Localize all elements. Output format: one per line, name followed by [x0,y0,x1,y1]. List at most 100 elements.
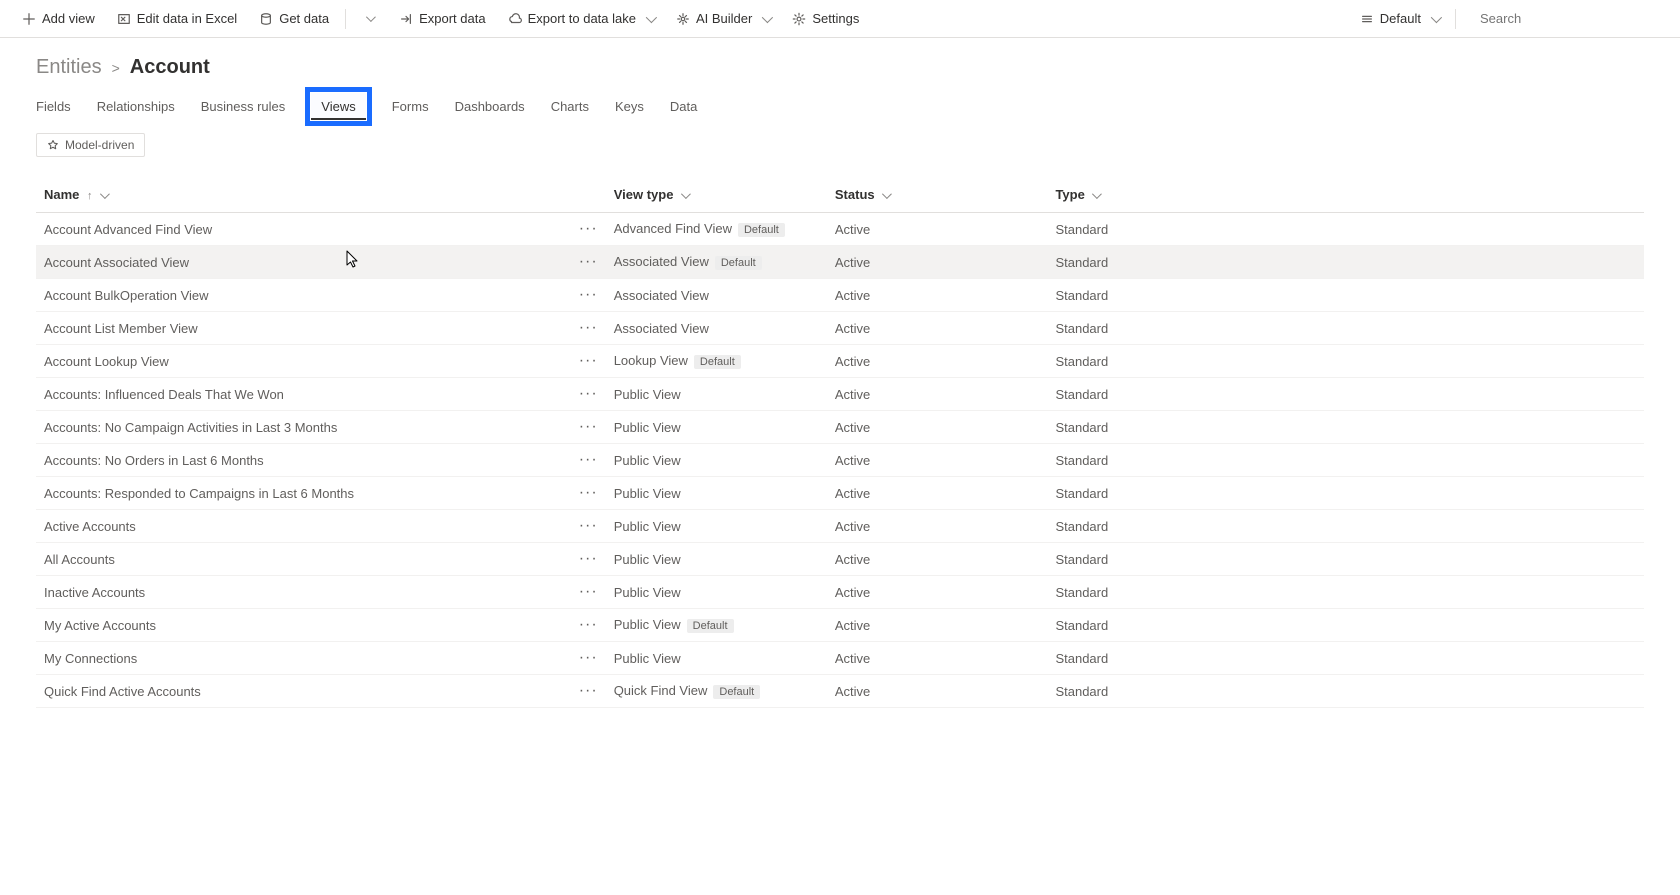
tab-data[interactable]: Data [670,93,697,120]
excel-icon [117,12,131,26]
row-view-type: Public View [606,444,827,477]
col-header-name[interactable]: Name ↑ [36,177,571,213]
export-to-data-lake-button[interactable]: Export to data lake [500,7,662,30]
row-name[interactable]: All Accounts [36,543,571,576]
table-row[interactable]: Accounts: No Campaign Activities in Last… [36,411,1644,444]
row-status: Active [827,378,1048,411]
row-more-button[interactable]: ··· [571,609,606,642]
row-name[interactable]: My Connections [36,642,571,675]
command-bar: Add view Edit data in Excel Get data Exp… [0,0,1680,38]
model-driven-chip[interactable]: Model-driven [36,133,145,157]
table-row[interactable]: My Connections··· Public View ActiveStanda… [36,642,1644,675]
row-name[interactable]: Inactive Accounts [36,576,571,609]
table-row[interactable]: Accounts: No Orders in Last 6 Months···P… [36,444,1644,477]
row-name[interactable]: Accounts: No Orders in Last 6 Months [36,444,571,477]
tab-keys[interactable]: Keys [615,93,644,120]
row-status: Active [827,576,1048,609]
tab-relationships[interactable]: Relationships [97,93,175,120]
row-status: Active [827,543,1048,576]
table-row[interactable]: All Accounts···Public ViewActiveStandard [36,543,1644,576]
row-view-type-label: Public View [614,617,681,632]
col-header-type[interactable]: Type [1047,177,1644,213]
row-name[interactable]: Account BulkOperation View [36,279,571,312]
table-row[interactable]: Accounts: Responded to Campaigns in Last… [36,477,1644,510]
row-name[interactable]: My Active Accounts [36,609,571,642]
export-icon [399,12,413,26]
default-view-dropdown[interactable]: Default [1352,7,1447,30]
sort-asc-icon: ↑ [87,190,93,202]
edit-in-excel-button[interactable]: Edit data in Excel [109,7,245,30]
row-name[interactable]: Accounts: Responded to Campaigns in Last… [36,477,571,510]
ai-builder-button[interactable]: AI Builder [668,7,778,30]
chevron-down-icon [100,189,110,199]
row-more-button[interactable]: ··· [571,510,606,543]
add-view-button[interactable]: Add view [14,7,103,30]
table-row[interactable]: My Active Accounts···Public ViewDefaultA… [36,609,1644,642]
col-header-view-type[interactable]: View type [606,177,827,213]
search-box[interactable] [1464,6,1666,31]
row-more-button[interactable]: ··· [571,477,606,510]
row-more-button[interactable]: ··· [571,378,606,411]
chevron-down-icon [681,189,691,199]
row-status: Active [827,246,1048,279]
row-status: Active [827,477,1048,510]
row-name[interactable]: Accounts: Influenced Deals That We Won [36,378,571,411]
table-row[interactable]: Quick Find Active Accounts···Quick Find … [36,675,1644,708]
tab-charts[interactable]: Charts [551,93,589,120]
row-name[interactable]: Account Associated View [36,246,571,279]
breadcrumb-leaf: Account [130,56,210,79]
table-row[interactable]: Account Lookup View···Lookup ViewDefault… [36,345,1644,378]
tab-dashboards[interactable]: Dashboards [455,93,525,120]
row-more-button[interactable]: ··· [571,576,606,609]
row-view-type-label: Public View [614,585,681,600]
table-row[interactable]: Accounts: Influenced Deals That We Won··… [36,378,1644,411]
breadcrumb: Entities > Account [36,56,1644,79]
row-more-button[interactable]: ··· [571,444,606,477]
row-more-button[interactable]: ··· [571,543,606,576]
table-row[interactable]: Account Advanced Find View···Advanced Fi… [36,213,1644,246]
breadcrumb-root[interactable]: Entities [36,56,102,79]
row-more-button[interactable]: ··· [571,279,606,312]
row-more-button[interactable]: ··· [571,411,606,444]
row-status: Active [827,642,1048,675]
row-name[interactable]: Active Accounts [36,510,571,543]
row-view-type: Lookup ViewDefault [606,345,827,378]
tab-fields[interactable]: Fields [36,93,71,120]
settings-button[interactable]: Settings [784,7,867,30]
tab-forms[interactable]: Forms [392,93,429,120]
row-more-button[interactable]: ··· [571,213,606,246]
table-row[interactable]: Account BulkOperation View···Associated … [36,279,1644,312]
row-view-type-label: Public View [614,651,681,666]
row-view-type-label: Public View [614,420,681,435]
table-row[interactable]: Inactive Accounts···Public ViewActiveSta… [36,576,1644,609]
default-view-label: Default [1380,11,1421,26]
export-data-button[interactable]: Export data [391,7,494,30]
table-row[interactable]: Account Associated View···Associated Vie… [36,246,1644,279]
row-more-button[interactable]: ··· [571,675,606,708]
tab-business-rules[interactable]: Business rules [201,93,286,120]
cloud-icon [508,12,522,26]
row-view-type-label: Public View [614,552,681,567]
row-name[interactable]: Quick Find Active Accounts [36,675,571,708]
row-name[interactable]: Account Lookup View [36,345,571,378]
row-name[interactable]: Account List Member View [36,312,571,345]
row-view-type-label: Public View [614,519,681,534]
get-data-dropdown[interactable] [354,11,385,26]
row-type: Standard [1047,642,1644,675]
row-name[interactable]: Account Advanced Find View [36,213,571,246]
row-more-button[interactable]: ··· [571,246,606,279]
table-row[interactable]: Active Accounts···Public ViewActiveStand… [36,510,1644,543]
table-row[interactable]: Account List Member View···Associated Vi… [36,312,1644,345]
col-header-status-label: Status [835,187,875,202]
row-more-button[interactable]: ··· [571,345,606,378]
get-data-button[interactable]: Get data [251,7,337,30]
plus-icon [22,12,36,26]
row-more-button[interactable]: ··· [571,642,606,675]
col-header-status[interactable]: Status [827,177,1048,213]
search-input[interactable] [1478,10,1658,27]
row-view-type-label: Public View [614,387,681,402]
row-view-type: Public View [606,642,827,675]
tab-views[interactable]: Views [311,93,365,120]
row-more-button[interactable]: ··· [571,312,606,345]
row-name[interactable]: Accounts: No Campaign Activities in Last… [36,411,571,444]
